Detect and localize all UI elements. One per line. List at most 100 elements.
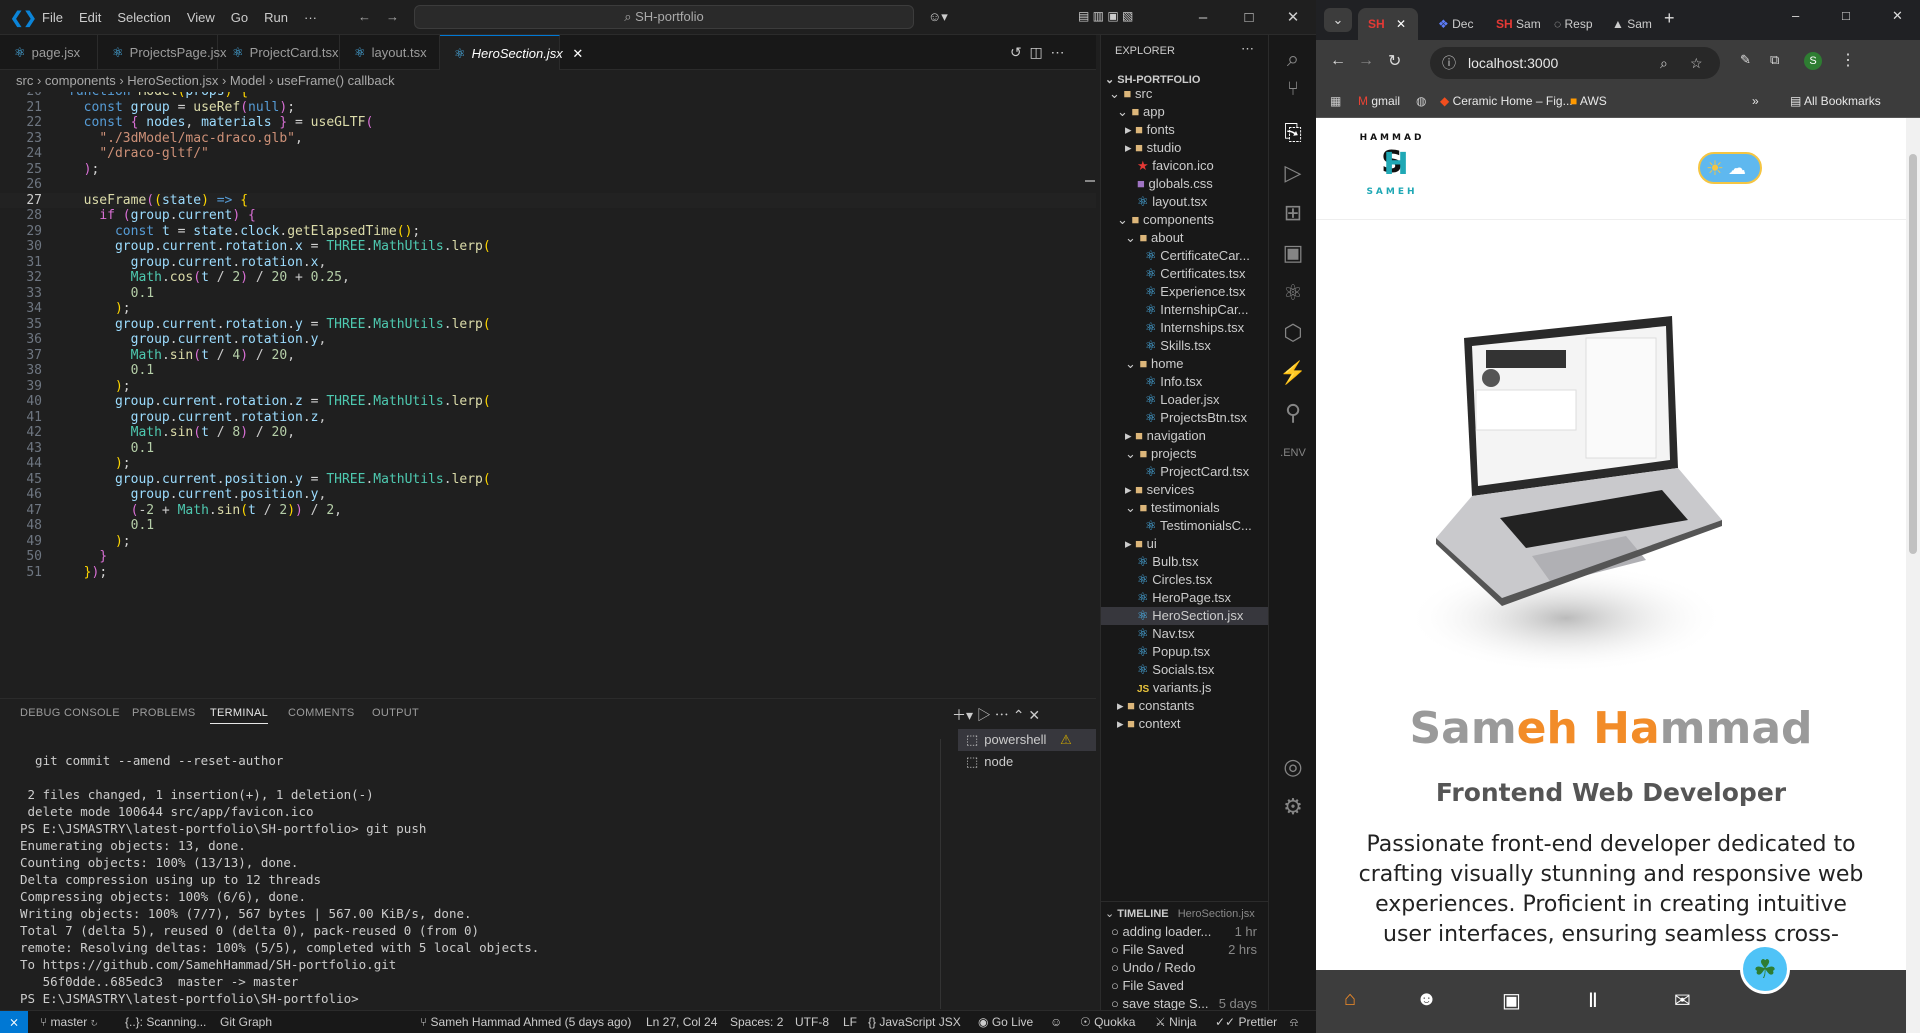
extensions-puzzle-icon[interactable]: ⧉ <box>1770 52 1779 68</box>
code-line[interactable]: 33 0.1 <box>0 286 1096 302</box>
menu-item[interactable]: File <box>34 0 71 35</box>
bookmark-gmail[interactable]: M gmail <box>1358 86 1400 116</box>
panel-tab[interactable]: OUTPUT <box>372 707 419 719</box>
code-line[interactable]: 46 group.current.position.y, <box>0 487 1096 503</box>
tree-item[interactable]: ⚛ InternshipCar... <box>1101 301 1269 319</box>
bookmark-star-icon[interactable]: ☆ <box>1690 47 1703 79</box>
code-line[interactable]: 41 group.current.rotation.z, <box>0 410 1096 426</box>
code-line[interactable]: 50 } <box>0 549 1096 565</box>
explorer-more-icon[interactable]: ⋯ <box>1241 41 1254 57</box>
code-line[interactable]: 49 ); <box>0 534 1096 550</box>
all-bookmarks[interactable]: ▤ All Bookmarks <box>1790 86 1881 116</box>
tree-item[interactable]: ⚛ Internships.tsx <box>1101 319 1269 337</box>
services-icon[interactable]: ▣ <box>1502 988 1521 1013</box>
new-tab-icon[interactable]: + <box>1664 8 1675 29</box>
tree-item[interactable]: JS variants.js <box>1101 679 1269 697</box>
tree-item[interactable]: ⚛ Circles.tsx <box>1101 571 1269 589</box>
code-line[interactable]: 30 group.current.rotation.x = THREE.Math… <box>0 239 1096 255</box>
maximize-button[interactable]: □ <box>1226 0 1272 35</box>
editor-tab[interactable]: ⚛ ProjectsPage.jsx <box>98 35 226 70</box>
timeline-item[interactable]: ○ File Saved <box>1101 977 1269 995</box>
timeline-header[interactable]: ⌄ TIMELINE HeroSection.jsx <box>1105 907 1255 920</box>
code-line[interactable]: 29 const t = state.clock.getElapsedTime(… <box>0 224 1096 240</box>
editor-actions[interactable]: ↺ ◫ ⋯ <box>1010 44 1065 61</box>
tree-item[interactable]: ⚛ ProjectsBtn.tsx <box>1101 409 1269 427</box>
tree-item[interactable]: ⌄ ■ components <box>1101 211 1269 229</box>
back-icon[interactable]: ← <box>1330 52 1346 70</box>
tree-item[interactable]: ■ globals.css <box>1101 175 1269 193</box>
code-line[interactable]: 31 group.current.rotation.x, <box>0 255 1096 271</box>
command-center[interactable]: ⌕ SH-portfolio <box>414 5 914 29</box>
explorer-root[interactable]: ⌄ SH-PORTFOLIO <box>1105 73 1200 86</box>
zoom-icon[interactable]: ⌕ <box>1660 47 1668 79</box>
notifications-bell-icon[interactable]: ⍾ <box>1290 1011 1298 1033</box>
code-line[interactable]: 25 ); <box>0 162 1096 178</box>
tree-item[interactable]: ▸ ■ navigation <box>1101 427 1269 445</box>
tree-item[interactable]: ⚛ Nav.tsx <box>1101 625 1269 643</box>
browser-tab[interactable]: ▲ Sam <box>1602 8 1658 40</box>
code-line[interactable]: 39 ); <box>0 379 1096 395</box>
tree-item[interactable]: ★ favicon.ico <box>1101 157 1269 175</box>
code-line[interactable]: 42 Math.sin(t / 8) / 20, <box>0 425 1096 441</box>
browser-minimize[interactable]: – <box>1792 8 1799 23</box>
tree-item[interactable]: ⌄ ■ src <box>1101 91 1269 103</box>
branch-status[interactable]: ⑂ master ↻ <box>40 1011 98 1033</box>
browser-maximize[interactable]: □ <box>1842 8 1850 23</box>
code-line[interactable]: 36 group.current.rotation.y, <box>0 332 1096 348</box>
code-line[interactable]: 28 if (group.current) { <box>0 208 1096 224</box>
tree-item[interactable]: ⌄ ■ home <box>1101 355 1269 373</box>
panel-tab[interactable]: TERMINAL <box>210 707 269 724</box>
code-line[interactable]: 47 (-2 + Math.sin(t / 2)) / 2, <box>0 503 1096 519</box>
env-icon[interactable]: .ENV <box>1269 429 1317 477</box>
tree-item[interactable]: ⌄ ■ about <box>1101 229 1269 247</box>
panel-actions[interactable]: ＋▾ ▷ ⋯ ⌃ ✕ <box>952 705 1040 725</box>
tab-close-icon[interactable]: ✕ <box>572 46 583 61</box>
tree-item[interactable]: ▸ ■ constants <box>1101 697 1269 715</box>
editor-tab[interactable]: ⚛ page.jsx <box>0 35 98 70</box>
tree-item[interactable]: ⌄ ■ testimonials <box>1101 499 1269 517</box>
copilot-icon[interactable]: ☺▾ <box>928 9 948 25</box>
profile-avatar[interactable]: S <box>1804 52 1822 70</box>
tree-item[interactable]: ⚛ CertificateCar... <box>1101 247 1269 265</box>
layout-icons[interactable]: ▤ ▥ ▣ ▧ <box>1078 9 1133 23</box>
tree-item[interactable]: ▸ ■ studio <box>1101 139 1269 157</box>
terminal-instance[interactable]: ⬚ powershell ⚠ <box>958 729 1096 751</box>
tree-item[interactable]: ⚛ Popup.tsx <box>1101 643 1269 661</box>
code-line[interactable]: 22 const { nodes, materials } = useGLTF( <box>0 115 1096 131</box>
address-bar[interactable]: ⓘ localhost:3000 ⌕ ☆ <box>1430 47 1720 79</box>
tree-item[interactable]: ⚛ Skills.tsx <box>1101 337 1269 355</box>
tree-item[interactable]: ▸ ■ fonts <box>1101 121 1269 139</box>
breadcrumb-item[interactable]: useFrame() callback <box>277 73 395 88</box>
apps-grid-icon[interactable]: ▦ <box>1330 86 1341 116</box>
code-line[interactable]: 37 Math.sin(t / 4) / 20, <box>0 348 1096 364</box>
menu-item[interactable]: View <box>179 0 223 35</box>
breadcrumb-item[interactable]: HeroSection.jsx <box>127 73 218 88</box>
tree-item[interactable]: ⚛ Info.tsx <box>1101 373 1269 391</box>
browser-tab[interactable]: SH Sam <box>1486 8 1542 40</box>
browser-tab-active[interactable]: SH ✕ <box>1358 8 1418 40</box>
bookmarks-overflow[interactable]: » <box>1752 86 1759 116</box>
globe-icon[interactable]: ◍ <box>1416 86 1426 116</box>
tree-item[interactable]: ⚛ Loader.jsx <box>1101 391 1269 409</box>
tree-item[interactable]: ⚛ HeroPage.tsx <box>1101 589 1269 607</box>
tree-item[interactable]: ⌄ ■ projects <box>1101 445 1269 463</box>
source-control-icon[interactable]: ⑂ <box>1269 65 1317 113</box>
tree-item[interactable]: ▸ ■ ui <box>1101 535 1269 553</box>
site-logo[interactable]: S H HAMMAD SAMEH <box>1356 126 1428 198</box>
tree-item[interactable]: ⚛ ProjectCard.tsx <box>1101 463 1269 481</box>
panel-tab[interactable]: COMMENTS <box>288 707 355 719</box>
browser-tab[interactable]: ❖ Dec <box>1428 8 1484 40</box>
indent-status[interactable]: Spaces: 2 <box>730 1011 783 1033</box>
menu-item[interactable]: ··· <box>296 0 325 35</box>
tree-item[interactable]: ▸ ■ services <box>1101 481 1269 499</box>
timeline-item[interactable]: ○ adding loader... 1 hr <box>1101 923 1269 941</box>
page-scrollbar[interactable] <box>1906 118 1920 1033</box>
forward-arrow-icon[interactable]: → <box>386 9 399 24</box>
reload-icon[interactable]: ↻ <box>1388 51 1401 71</box>
home-icon[interactable]: ⌂ <box>1344 988 1356 1011</box>
timeline-item[interactable]: ○ File Saved 2 hrs <box>1101 941 1269 959</box>
editor-tab[interactable]: ⚛ HeroSection.jsx ✕ <box>440 35 583 70</box>
menu-item[interactable]: Go <box>223 0 256 35</box>
tab-search-icon[interactable]: ⌄ <box>1324 8 1352 32</box>
code-line[interactable]: 38 0.1 <box>0 363 1096 379</box>
